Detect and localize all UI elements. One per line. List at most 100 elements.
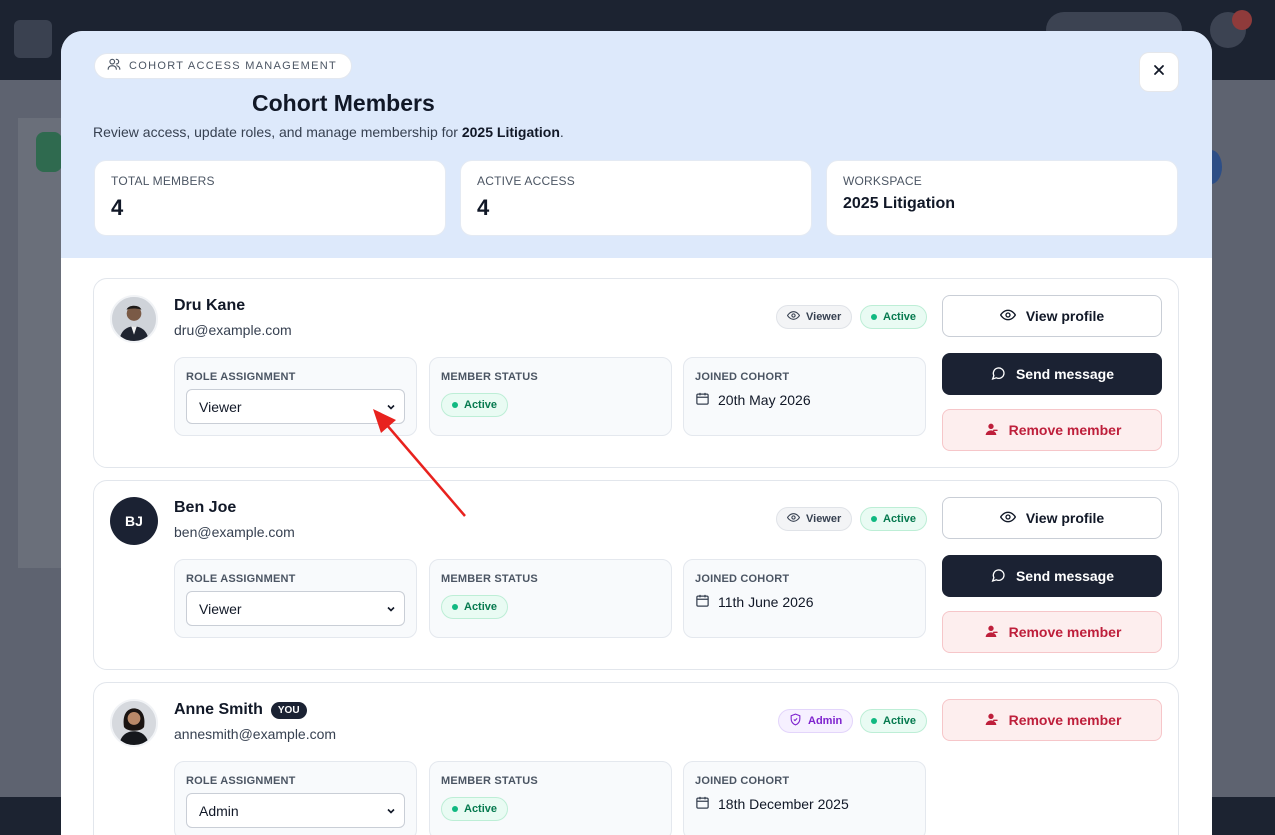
joined-cohort-field: JOINED COHORT 11th June 2026	[683, 559, 926, 638]
remove-member-button[interactable]: Remove member	[942, 611, 1162, 653]
field-label: MEMBER STATUS	[441, 775, 538, 787]
avatar	[110, 699, 158, 747]
status-dot	[871, 718, 877, 724]
view-profile-label: View profile	[1025, 308, 1105, 324]
stat-label: TOTAL MEMBERS	[111, 174, 215, 188]
chevron-down-icon	[386, 399, 396, 415]
member-card-anne-smith: Anne Smith YOU annesmith@example.com Adm…	[93, 682, 1179, 835]
joined-date-text: 11th June 2026	[718, 594, 814, 610]
user-remove-icon	[983, 421, 999, 440]
view-profile-button[interactable]: View profile	[942, 295, 1162, 337]
member-name-text: Dru Kane	[174, 297, 246, 314]
member-status-pill: Active	[441, 393, 509, 417]
eye-icon	[786, 511, 801, 527]
view-profile-button[interactable]: View profile	[942, 497, 1162, 539]
send-message-button[interactable]: Send message	[942, 353, 1162, 395]
role-assignment-field: ROLE ASSIGNMENT Viewer	[174, 357, 417, 436]
send-message-label: Send message	[1015, 366, 1115, 382]
cohort-members-modal: COHORT ACCESS MANAGEMENT Cohort Members …	[61, 31, 1212, 835]
status-badge-label: Active	[883, 513, 917, 525]
member-name: Ben Joe	[174, 499, 236, 517]
member-email: ben@example.com	[174, 524, 295, 540]
member-card-dru-kane: Dru Kane dru@example.com Viewer Active R…	[93, 278, 1179, 468]
role-select[interactable]: Viewer	[186, 389, 405, 424]
field-label: JOINED COHORT	[695, 573, 790, 585]
role-select-value: Admin	[199, 802, 239, 819]
users-icon	[107, 57, 121, 76]
role-select[interactable]: Viewer	[186, 591, 405, 626]
member-name: Anne Smith YOU	[174, 701, 307, 719]
avatar: BJ	[110, 497, 158, 545]
status-badge-label: Active	[883, 311, 917, 323]
status-dot	[871, 516, 877, 522]
status-badge: Active	[860, 507, 928, 531]
chat-bubble-icon	[990, 567, 1006, 586]
background-logo	[14, 20, 52, 58]
remove-member-label: Remove member	[1008, 624, 1122, 640]
status-badge: Active	[860, 709, 928, 733]
background-notification-dot	[1232, 10, 1252, 30]
subtitle-suffix: .	[559, 124, 564, 140]
joined-date-text: 20th May 2026	[718, 392, 811, 408]
field-label: ROLE ASSIGNMENT	[186, 573, 296, 585]
avatar	[110, 295, 158, 343]
section-chip: COHORT ACCESS MANAGEMENT	[94, 53, 353, 79]
stat-label: WORKSPACE	[843, 174, 922, 188]
member-status-field: MEMBER STATUS Active	[429, 357, 672, 436]
modal-title: Cohort Members	[252, 90, 435, 116]
user-remove-icon	[983, 623, 999, 642]
status-badge: Active	[860, 305, 928, 329]
status-badge-label: Active	[883, 715, 917, 727]
field-label: ROLE ASSIGNMENT	[186, 775, 296, 787]
calendar-icon	[695, 391, 710, 409]
status-dot	[452, 402, 458, 408]
stat-workspace: WORKSPACE 2025 Litigation	[826, 160, 1178, 236]
status-dot	[871, 314, 877, 320]
member-status-pill: Active	[441, 797, 509, 821]
role-select[interactable]: Admin	[186, 793, 405, 828]
avatar-initials: BJ	[125, 513, 143, 529]
field-label: ROLE ASSIGNMENT	[186, 371, 296, 383]
joined-date: 18th December 2025	[695, 795, 849, 813]
stat-active-access: ACTIVE ACCESS 4	[460, 160, 812, 236]
role-badge-label: Viewer	[806, 513, 842, 525]
calendar-icon	[695, 795, 710, 813]
member-card-ben-joe: BJ Ben Joe ben@example.com Viewer Active…	[93, 480, 1179, 670]
member-status-label: Active	[464, 601, 498, 613]
field-label: MEMBER STATUS	[441, 573, 538, 585]
role-assignment-field: ROLE ASSIGNMENT Viewer	[174, 559, 417, 638]
you-badge: YOU	[270, 701, 307, 719]
shield-icon	[789, 713, 802, 729]
background-green-element	[36, 132, 62, 172]
subtitle-text: Review access, update roles, and manage …	[93, 124, 462, 140]
chevron-down-icon	[386, 803, 396, 819]
send-message-button[interactable]: Send message	[942, 555, 1162, 597]
joined-cohort-field: JOINED COHORT 20th May 2026	[683, 357, 926, 436]
eye-icon	[999, 307, 1016, 326]
calendar-icon	[695, 593, 710, 611]
modal-subtitle: Review access, update roles, and manage …	[93, 124, 564, 140]
member-status-field: MEMBER STATUS Active	[429, 761, 672, 835]
remove-member-button[interactable]: Remove member	[942, 699, 1162, 741]
stat-value: 4	[477, 195, 490, 220]
member-name-text: Ben Joe	[174, 499, 237, 516]
stat-total-members: TOTAL MEMBERS 4	[94, 160, 446, 236]
member-email: annesmith@example.com	[174, 726, 337, 742]
remove-member-label: Remove member	[1008, 422, 1122, 438]
joined-cohort-field: JOINED COHORT 18th December 2025	[683, 761, 926, 835]
field-label: JOINED COHORT	[695, 371, 790, 383]
role-select-value: Viewer	[199, 600, 242, 617]
send-message-label: Send message	[1015, 568, 1115, 584]
field-label: MEMBER STATUS	[441, 371, 538, 383]
stat-value: 2025 Litigation	[843, 195, 956, 212]
view-profile-label: View profile	[1025, 510, 1105, 526]
joined-date: 11th June 2026	[695, 593, 814, 611]
status-dot	[452, 604, 458, 610]
remove-member-button[interactable]: Remove member	[942, 409, 1162, 451]
field-label: JOINED COHORT	[695, 775, 790, 787]
user-remove-icon	[983, 711, 999, 730]
close-button[interactable]	[1139, 52, 1179, 92]
subtitle-workspace: 2025 Litigation	[461, 124, 560, 140]
joined-date: 20th May 2026	[695, 391, 811, 409]
role-badge-label: Admin	[808, 715, 843, 727]
